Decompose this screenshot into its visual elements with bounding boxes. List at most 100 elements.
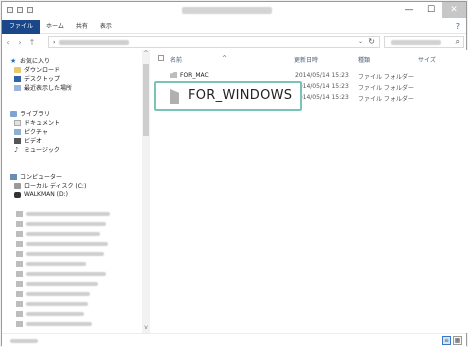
up-icon[interactable]: ↑ — [26, 38, 38, 47]
nav-item-label: ローカル ディスク (C:) — [24, 183, 87, 190]
network-drive-icon — [16, 210, 23, 217]
help-icon[interactable]: ? — [456, 22, 460, 31]
tab-share[interactable]: 共有 — [70, 20, 94, 34]
nav-item-label: ダウンロード — [24, 67, 61, 74]
search-input[interactable]: ⌕ — [384, 36, 464, 48]
nav-item-music[interactable]: ♪ ミュージック — [14, 145, 60, 154]
star-icon: ★ — [10, 56, 17, 65]
nav-item-blurred[interactable] — [16, 269, 106, 278]
breadcrumb-blurred — [59, 39, 130, 45]
window-title-blurred — [182, 7, 272, 14]
library-icon — [10, 110, 17, 117]
scroll-up-icon[interactable]: ^ — [142, 50, 150, 57]
network-drive-icon — [16, 260, 23, 267]
network-drive-icon — [16, 250, 23, 257]
nav-item-blurred[interactable] — [16, 219, 106, 228]
music-icon: ♪ — [14, 145, 19, 154]
videos-icon — [14, 137, 21, 144]
network-drive-icon — [16, 310, 23, 317]
hard-drive-icon — [14, 182, 21, 189]
network-drive-icon — [16, 280, 23, 287]
nav-libraries[interactable]: ライブラリ — [10, 109, 50, 118]
nav-item-label: ビデオ — [24, 138, 43, 145]
file-name: FOR_MAC — [180, 72, 209, 79]
chevron-down-icon[interactable]: ⌄ — [358, 38, 363, 45]
back-icon[interactable]: ‹ — [2, 38, 14, 47]
file-type: ファイル フォルダー — [358, 74, 414, 81]
item-count-blurred — [10, 339, 38, 343]
quick-access-properties-icon[interactable] — [17, 7, 23, 13]
breadcrumb-separator: › — [53, 38, 56, 46]
nav-item-blurred[interactable] — [16, 279, 98, 288]
sort-arrow-icon: ^ — [222, 55, 228, 62]
nav-item-blurred[interactable] — [16, 209, 110, 218]
forward-icon[interactable]: › — [14, 38, 26, 47]
window-controls: — ☐ ✕ — [398, 2, 466, 18]
column-type[interactable]: 種類 — [358, 55, 370, 64]
scroll-down-icon[interactable]: v — [142, 324, 150, 331]
column-size[interactable]: サイズ — [418, 55, 436, 64]
documents-icon — [14, 119, 21, 126]
details-view-icon[interactable]: ≡ — [442, 336, 451, 345]
status-bar: ≡ ▦ — [2, 333, 466, 347]
network-drive-icon — [16, 270, 23, 277]
nav-item-blurred[interactable] — [16, 289, 90, 298]
nav-item-documents[interactable]: ドキュメント — [14, 118, 60, 127]
nav-favorites-label: お気に入り — [20, 58, 51, 65]
title-bar: — ☐ ✕ — [2, 2, 466, 20]
network-drive-icon — [16, 220, 23, 227]
nav-item-walkman[interactable]: WALKMAN (D:) — [14, 190, 68, 199]
nav-favorites[interactable]: ★ お気に入り — [10, 56, 50, 65]
nav-item-recent[interactable]: 最近表示した場所 — [14, 83, 72, 92]
tab-file[interactable]: ファイル — [2, 19, 41, 34]
nav-item-blurred[interactable] — [16, 259, 86, 268]
nav-libraries-label: ライブラリ — [20, 111, 51, 118]
nav-computer-label: コンピューター — [20, 174, 63, 181]
view-switcher: ≡ ▦ — [442, 336, 462, 345]
nav-computer[interactable]: コンピューター — [10, 172, 62, 181]
maximize-button[interactable]: ☐ — [420, 2, 442, 18]
device-icon — [14, 191, 21, 198]
nav-item-label: デスクトップ — [24, 76, 61, 83]
nav-item-blurred[interactable] — [16, 229, 100, 238]
address-field[interactable]: › ⌄ ↻ — [48, 36, 380, 48]
nav-item-blurred[interactable] — [16, 299, 88, 308]
file-row[interactable]: FOR_MAC 2014/05/14 15:23 ファイル フォルダー — [152, 71, 468, 81]
search-icon: ⌕ — [455, 37, 460, 46]
column-date[interactable]: 更新日時 — [294, 55, 318, 64]
refresh-icon[interactable]: ↻ — [368, 37, 375, 46]
tab-home[interactable]: ホーム — [40, 20, 70, 34]
nav-item-local-disk[interactable]: ローカル ディスク (C:) — [14, 181, 86, 190]
nav-item-label: ピクチャ — [24, 129, 48, 136]
minimize-button[interactable]: — — [398, 2, 420, 18]
quick-access-icon[interactable] — [7, 7, 13, 13]
nav-scrollbar[interactable]: ^ v — [142, 50, 150, 333]
network-drive-icon — [16, 290, 23, 297]
network-drive-icon — [16, 230, 23, 237]
large-icons-view-icon[interactable]: ▦ — [453, 336, 462, 345]
close-button[interactable]: ✕ — [442, 2, 466, 18]
nav-item-downloads[interactable]: ダウンロード — [14, 65, 60, 74]
desktop-icon — [14, 75, 21, 82]
highlighted-file-callout[interactable]: FOR_WINDOWS — [154, 81, 302, 111]
nav-item-desktop[interactable]: デスクトップ — [14, 74, 60, 83]
select-all-checkbox[interactable] — [158, 55, 164, 61]
nav-item-blurred[interactable] — [16, 319, 92, 328]
ribbon-tabs: ファイル ホーム 共有 表示 ? — [2, 19, 466, 34]
nav-item-label: 最近表示した場所 — [24, 85, 73, 92]
column-name[interactable]: 名前 — [170, 55, 182, 64]
file-list-pane: ^ 名前 更新日時 種類 サイズ FOR_MAC 2014/05/14 15:2… — [152, 50, 468, 333]
nav-item-blurred[interactable] — [16, 309, 84, 318]
nav-item-videos[interactable]: ビデオ — [14, 136, 42, 145]
quick-access-new-folder-icon[interactable] — [27, 7, 33, 13]
nav-item-label: ドキュメント — [24, 120, 61, 127]
tab-view[interactable]: 表示 — [94, 20, 118, 34]
address-bar-row: ‹ › ↑ › ⌄ ↻ ⌕ — [2, 34, 466, 50]
file-date: 2014/05/14 15:23 — [295, 83, 349, 90]
network-drive-icon — [16, 240, 23, 247]
nav-item-pictures[interactable]: ピクチャ — [14, 127, 48, 136]
nav-item-blurred[interactable] — [16, 249, 104, 258]
quick-access-toolbar — [7, 7, 33, 13]
nav-item-blurred[interactable] — [16, 239, 108, 248]
scrollbar-thumb[interactable] — [143, 64, 149, 136]
